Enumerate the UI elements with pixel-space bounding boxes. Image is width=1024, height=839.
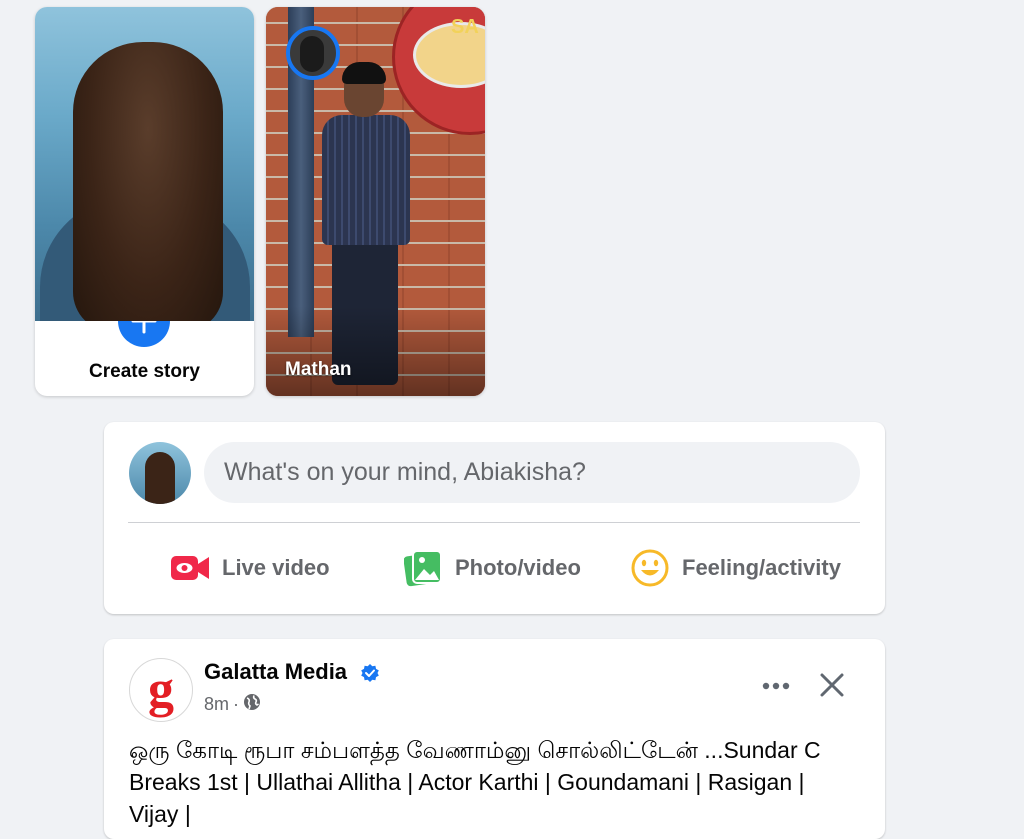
sign-text: SA	[451, 16, 479, 38]
feeling-activity-button[interactable]: Feeling/activity	[630, 540, 841, 596]
hair-shape	[73, 42, 223, 321]
feed-post: g Galatta Media 8m · ஒரு கோடி ரூபா சம்பள…	[104, 639, 885, 839]
post-time[interactable]: 8m	[204, 694, 229, 715]
globe-icon	[243, 693, 261, 716]
post-more-options-icon[interactable]	[756, 669, 796, 703]
verified-badge-icon	[360, 663, 380, 683]
photo-video-label: Photo/video	[455, 555, 581, 580]
composer-placeholder: What's on your mind, Abiakisha?	[224, 458, 586, 486]
avatar-hair	[145, 452, 175, 504]
page-logo-letter: g	[148, 661, 174, 718]
story-profile-photo	[35, 7, 254, 321]
post-meta: 8m ·	[204, 693, 261, 716]
page-logo[interactable]: g	[129, 658, 193, 722]
live-video-label: Live video	[222, 555, 330, 580]
photo-video-button[interactable]: Photo/video	[403, 540, 581, 596]
photo-video-icon	[403, 548, 443, 588]
feeling-icon	[630, 548, 670, 588]
post-text: ஒரு கோடி ரூபா சம்பளத்த வேணாம்னு சொல்லிட்…	[129, 737, 821, 827]
person-shirt	[322, 115, 410, 245]
friend-avatar[interactable]	[286, 26, 340, 80]
story-shade	[266, 306, 485, 396]
story-card-mathan[interactable]: SA Mathan	[266, 7, 485, 396]
close-icon[interactable]	[812, 665, 852, 705]
feeling-activity-label: Feeling/activity	[682, 555, 841, 580]
page-name-link[interactable]: Galatta Media	[204, 659, 347, 685]
divider	[128, 522, 860, 523]
live-video-button[interactable]: Live video	[170, 540, 330, 596]
live-video-icon	[170, 548, 210, 588]
create-story-label: Create story	[89, 361, 200, 382]
create-story-card[interactable]: Create story	[35, 7, 254, 396]
person-hair	[342, 62, 386, 84]
whats-on-your-mind-input[interactable]: What's on your mind, Abiakisha?	[204, 442, 860, 503]
meta-separator: ·	[233, 694, 240, 714]
friend-avatar-figure	[300, 36, 324, 72]
avatar[interactable]	[129, 442, 191, 504]
friend-story-name: Mathan	[285, 359, 352, 380]
post-composer: What's on your mind, Abiakisha? Live vid…	[104, 422, 885, 614]
